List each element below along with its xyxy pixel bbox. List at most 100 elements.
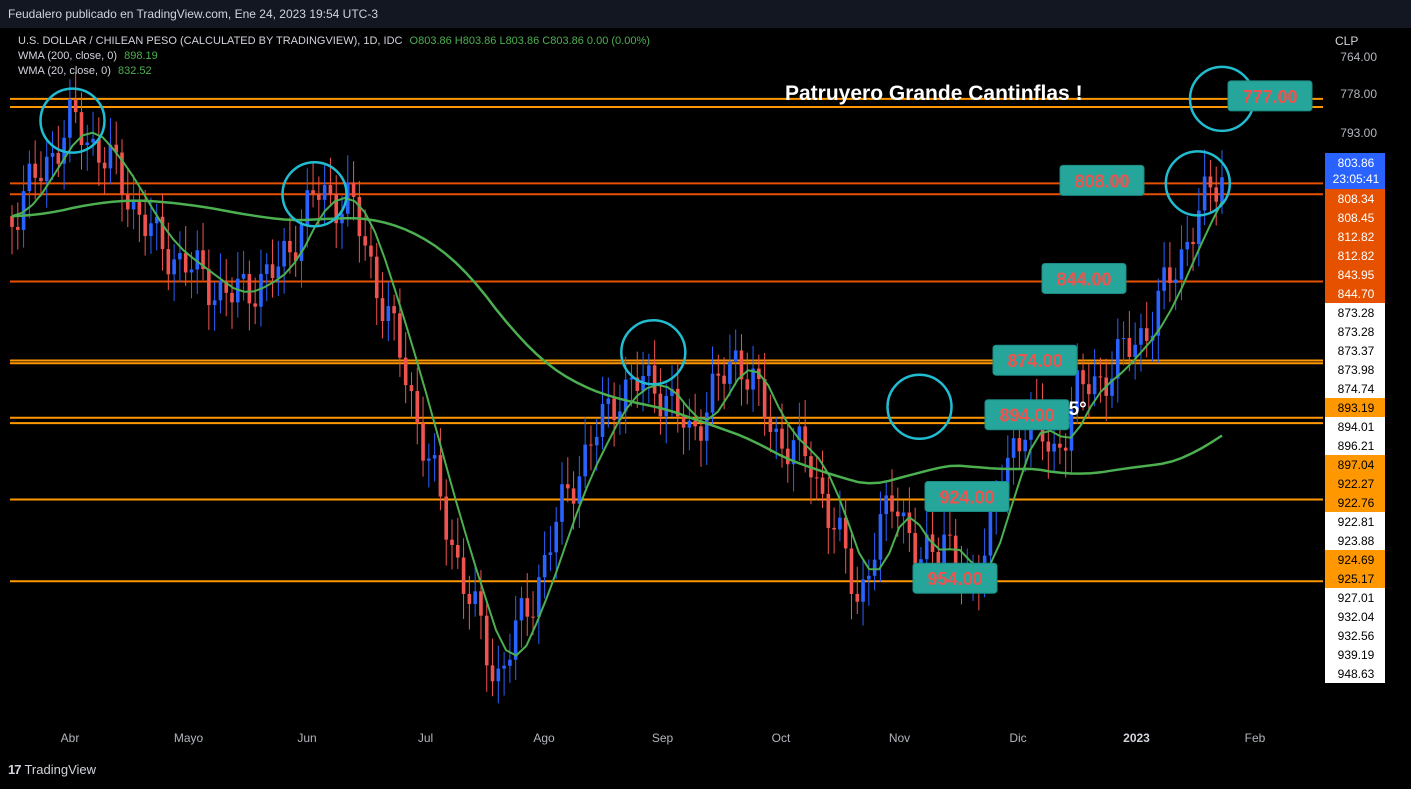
candle-body xyxy=(849,548,854,594)
candle-body xyxy=(392,306,396,314)
price-callout-label: 954.00 xyxy=(927,569,982,589)
candle-body xyxy=(143,214,147,237)
price-axis-label-text: 896.21 xyxy=(1338,439,1375,453)
candle-body xyxy=(432,455,437,459)
candle-body xyxy=(1092,376,1097,395)
candle-body xyxy=(33,163,37,178)
candle-body xyxy=(1017,438,1022,452)
candle-body xyxy=(1220,177,1224,202)
candle-body xyxy=(565,484,570,489)
candle-body xyxy=(936,552,941,564)
wma20-row[interactable]: WMA (20, close, 0) 832.52 xyxy=(18,64,654,79)
candle-body xyxy=(733,350,738,362)
candle-body xyxy=(259,273,263,307)
wma200-label: WMA (200, close, 0) xyxy=(18,50,118,62)
price-axis-label-text: 922.81 xyxy=(1338,515,1375,529)
candle-body xyxy=(172,259,176,275)
candle-body xyxy=(415,391,420,424)
symbol-title[interactable]: U.S. DOLLAR / CHILEAN PESO (CALCULATED B… xyxy=(18,35,402,47)
candle-body xyxy=(745,379,750,390)
candle-body xyxy=(39,177,43,182)
candle-body xyxy=(166,249,171,275)
candle-body xyxy=(1214,187,1219,202)
wma200-row[interactable]: WMA (200, close, 0) 898.19 xyxy=(18,49,654,64)
time-axis-label: Dic xyxy=(1009,731,1026,745)
price-axis-label-text: 843.95 xyxy=(1338,268,1375,282)
candle-body xyxy=(56,152,61,164)
candle-body xyxy=(10,216,14,227)
candle-body xyxy=(85,142,90,146)
candle-body xyxy=(693,420,697,427)
candle-body xyxy=(1185,241,1190,250)
candle-body xyxy=(948,534,952,536)
price-axis-label: 812.82 xyxy=(1325,246,1385,265)
candle-body xyxy=(369,245,373,257)
candle-body xyxy=(832,527,836,530)
candle-body xyxy=(241,273,246,279)
candle-body xyxy=(322,185,327,200)
candle-body xyxy=(218,280,223,301)
time-axis-label: Jul xyxy=(418,731,433,745)
time-axis-label: Nov xyxy=(889,731,910,745)
price-chart[interactable]: Abr Mayo Jun Jul Ago Sep Oct Nov Dic 2023 Feb Patru… xyxy=(0,28,1411,756)
candle-body xyxy=(814,477,819,479)
candle-body xyxy=(50,152,55,157)
currency-label[interactable]: CLP xyxy=(1335,34,1358,48)
candle-body xyxy=(913,533,917,566)
price-axis-label: 803.86 23:05:41 xyxy=(1325,153,1385,189)
candle-body xyxy=(890,495,894,512)
candle-body xyxy=(884,495,889,515)
candle-body xyxy=(768,418,773,432)
candle-body xyxy=(560,484,564,522)
countdown-label: 23:05:41 xyxy=(1333,172,1380,186)
chart-background xyxy=(0,28,1411,756)
candle-body xyxy=(577,476,582,504)
candle-body xyxy=(774,428,779,432)
price-callout: 874.00 xyxy=(992,344,1078,376)
candle-body xyxy=(102,162,107,169)
candle-body xyxy=(681,416,686,428)
candle-body xyxy=(502,665,506,669)
candle-body xyxy=(178,253,182,260)
candle-body xyxy=(537,577,541,617)
candle-body xyxy=(762,379,767,419)
candle-body xyxy=(785,448,790,465)
candle-body xyxy=(953,535,958,567)
candle-body xyxy=(658,393,663,417)
candle-body xyxy=(183,253,188,273)
candle-body xyxy=(571,488,576,504)
tradingview-brand[interactable]: 17 TradingView xyxy=(8,762,96,777)
annotation-title: Patruyero Grande Cantinflas ! xyxy=(785,82,1083,105)
candle-body xyxy=(878,514,883,560)
candle-body xyxy=(600,403,605,437)
candle-body xyxy=(1191,241,1195,245)
candle-body xyxy=(490,665,495,682)
candle-body xyxy=(710,373,715,413)
candle-body xyxy=(288,240,292,253)
price-axis-label-text: 922.76 xyxy=(1338,496,1375,510)
candle-body xyxy=(594,436,599,446)
candle-body xyxy=(1115,339,1120,379)
candle-body xyxy=(542,555,547,578)
candle-body xyxy=(207,269,211,306)
price-callout: 924.00 xyxy=(924,480,1010,512)
candle-body xyxy=(282,240,286,267)
candle-body xyxy=(647,365,651,377)
candle-body xyxy=(380,298,385,322)
candle-body xyxy=(872,559,877,576)
price-axis-label-text: 873.37 xyxy=(1338,344,1375,358)
candle-body xyxy=(519,598,524,621)
time-axis-label: Jun xyxy=(297,731,316,745)
candle-body xyxy=(843,517,848,549)
price-axis-label: 922.76 xyxy=(1325,493,1385,512)
candle-body xyxy=(230,292,234,303)
time-axis-label: Mayo xyxy=(174,731,204,745)
price-axis-label: 925.17 xyxy=(1325,569,1385,588)
candle-body xyxy=(374,256,379,299)
candle-body xyxy=(409,385,414,392)
candle-body xyxy=(1133,344,1137,357)
candle-body xyxy=(473,591,477,605)
price-callout-label: 924.00 xyxy=(939,487,994,507)
price-axis-label: 873.28 xyxy=(1325,303,1385,322)
price-axis-label-text: 812.82 xyxy=(1338,249,1375,263)
